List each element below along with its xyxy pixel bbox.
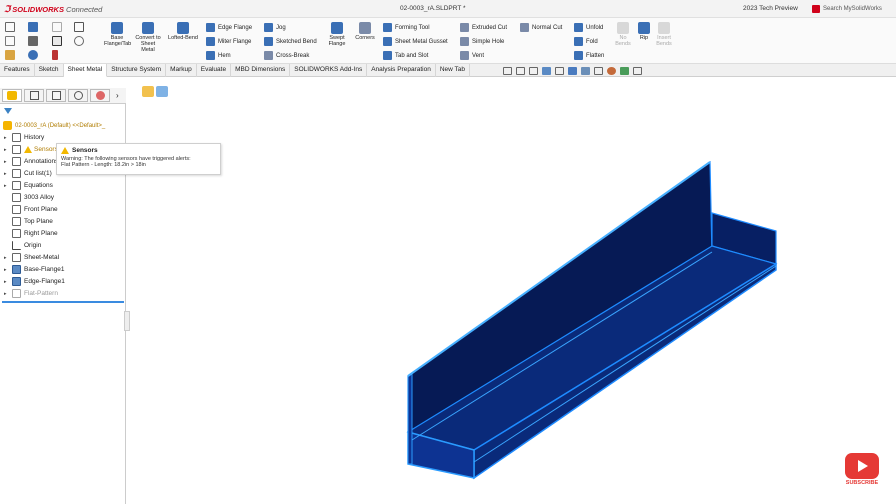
left-edge-face (407, 373, 413, 465)
subscribe-label: SUBSCRIBE (845, 480, 879, 486)
youtube-subscribe-overlay[interactable]: SUBSCRIBE (843, 453, 881, 489)
graphics-area-model[interactable] (0, 0, 896, 504)
youtube-play-icon (845, 453, 879, 479)
